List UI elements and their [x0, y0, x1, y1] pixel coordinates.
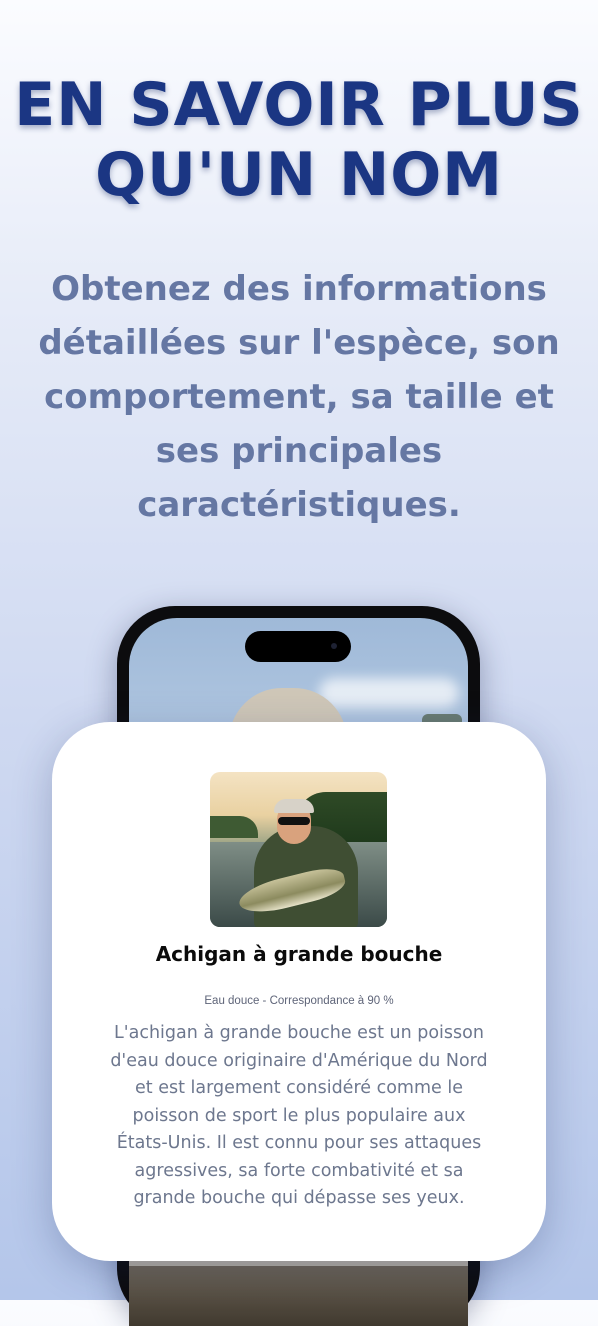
species-match-info: Eau douce - Correspondance à 90 % — [204, 995, 394, 1007]
hero-title: EN SAVOIR PLUS QU'UN NOM — [14, 70, 584, 210]
photo-angler-cap — [274, 799, 314, 813]
camera-lens-icon — [331, 643, 337, 649]
species-name: Achigan à grande bouche — [155, 942, 443, 966]
hero-subtitle: Obtenez des informations détaillées sur … — [38, 269, 560, 525]
photo-shore — [210, 816, 258, 838]
dynamic-island — [245, 631, 351, 662]
species-card: Achigan à grande bouche Eau douce - Corr… — [52, 722, 546, 1261]
species-description: L'achigan à grande bouche est un poisson… — [110, 1023, 488, 1208]
screen-cloud — [319, 678, 459, 708]
screen-bottom-photo — [129, 1266, 468, 1326]
species-photo — [210, 772, 387, 927]
photo-sunglasses — [278, 817, 310, 825]
